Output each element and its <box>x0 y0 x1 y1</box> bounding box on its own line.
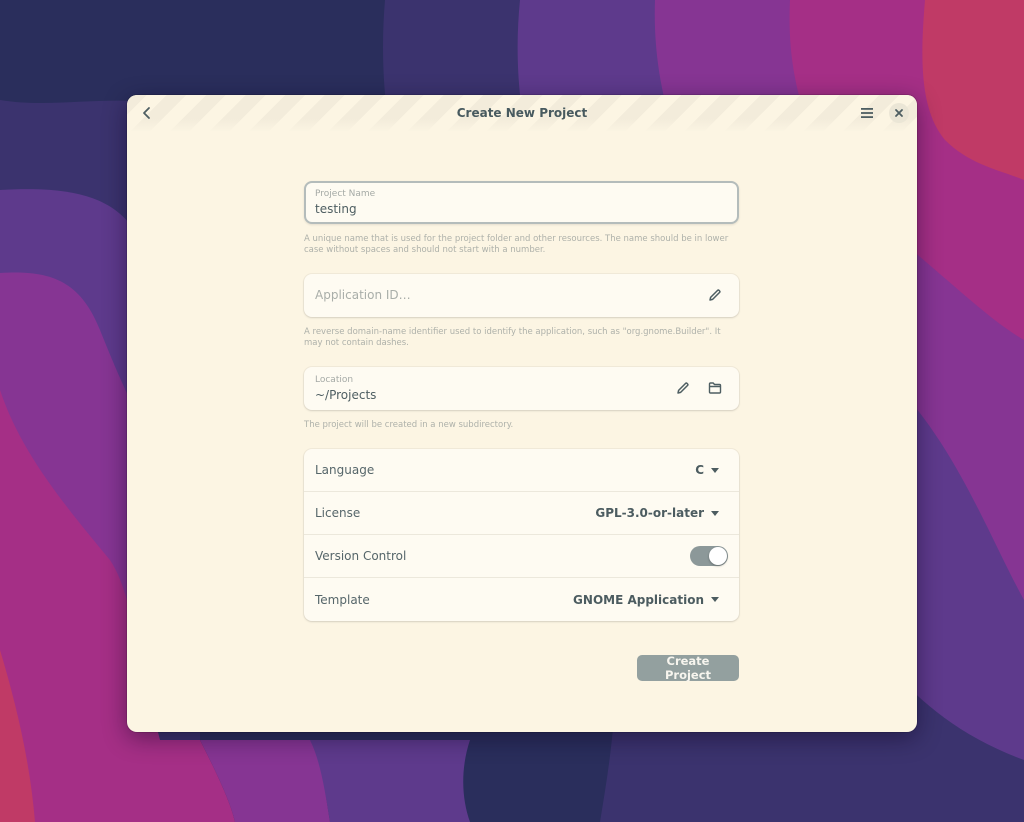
window-title: Create New Project <box>456 106 588 120</box>
license-label: License <box>315 506 361 520</box>
project-options-list: Language C License GPL-3.0-or-later Vers… <box>304 449 739 621</box>
project-name-label: Project Name <box>315 189 376 199</box>
version-control-label: Version Control <box>315 549 407 563</box>
license-value[interactable]: GPL-3.0-or-later <box>595 506 704 520</box>
project-name-value[interactable]: testing <box>315 202 357 216</box>
language-row[interactable]: Language C <box>304 449 739 492</box>
template-row[interactable]: Template GNOME Application <box>304 578 739 621</box>
location-label: Location <box>315 375 354 385</box>
application-id-placeholder: Application ID… <box>315 288 411 302</box>
dropdown-arrow-icon[interactable] <box>711 510 719 516</box>
main-menu-button[interactable] <box>855 101 879 125</box>
pencil-icon <box>677 382 689 394</box>
template-label: Template <box>315 592 370 607</box>
dropdown-arrow-icon[interactable] <box>711 597 719 602</box>
toggle-knob <box>709 547 727 565</box>
version-control-row: Version Control <box>304 535 739 578</box>
pencil-icon <box>709 289 721 301</box>
version-control-toggle[interactable] <box>690 546 728 566</box>
language-label: Language <box>315 463 375 477</box>
close-icon <box>895 109 903 117</box>
hamburger-menu-icon <box>861 108 873 118</box>
application-id-hint: A reverse domain-name identifier used to… <box>304 327 721 348</box>
create-project-window: Create New Project Project Name testing … <box>127 95 917 732</box>
close-button[interactable] <box>889 103 909 123</box>
location-edit-button[interactable] <box>675 380 691 396</box>
location-browse-button[interactable] <box>707 380 723 396</box>
application-id-field[interactable]: Application ID… <box>304 274 739 317</box>
form: Project Name testing A unique name that … <box>304 181 739 621</box>
project-name-hint: A unique name that is used for the proje… <box>304 234 729 255</box>
location-field[interactable]: Location ~/Projects <box>304 367 739 410</box>
application-id-edit-button[interactable] <box>707 287 723 303</box>
license-row[interactable]: License GPL-3.0-or-later <box>304 492 739 535</box>
dropdown-arrow-icon[interactable] <box>711 467 719 473</box>
template-value[interactable]: GNOME Application <box>573 593 704 607</box>
language-value[interactable]: C <box>695 463 704 477</box>
folder-icon <box>708 382 722 394</box>
location-hint: The project will be created in a new sub… <box>304 420 514 430</box>
project-name-field[interactable]: Project Name testing <box>304 181 739 224</box>
create-project-button[interactable]: Create Project <box>637 654 739 682</box>
location-value[interactable]: ~/Projects <box>315 388 376 402</box>
